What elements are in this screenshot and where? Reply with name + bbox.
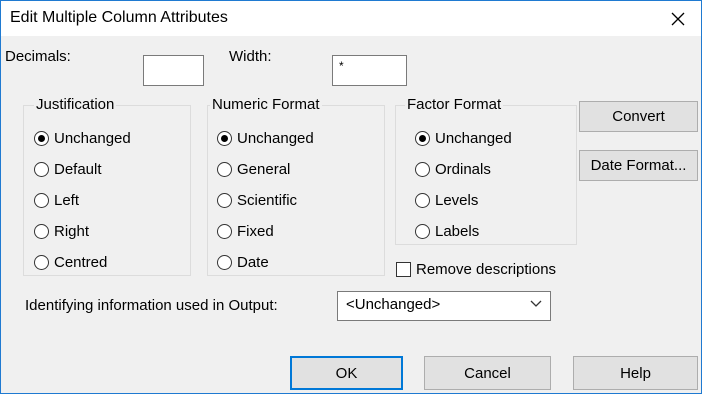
- numeric-radio-date[interactable]: Date: [217, 252, 269, 272]
- numeric-radio-fixed[interactable]: Fixed: [217, 221, 274, 241]
- close-icon: [671, 12, 685, 25]
- justification-radio-default[interactable]: Default: [34, 159, 102, 179]
- convert-button[interactable]: Convert: [579, 101, 698, 132]
- radio-icon: [34, 192, 49, 208]
- width-field[interactable]: *: [332, 55, 407, 86]
- decimals-label: Decimals:: [5, 48, 71, 65]
- radio-selected-icon: [415, 130, 430, 146]
- justification-group: Justification Unchanged Default Left Rig…: [23, 96, 191, 276]
- justification-radio-centred[interactable]: Centred: [34, 252, 107, 272]
- identifying-dropdown[interactable]: <Unchanged>: [337, 291, 551, 321]
- radio-selected-icon: [217, 130, 232, 146]
- width-label: Width:: [229, 48, 272, 65]
- checkbox-icon: [396, 262, 411, 277]
- radio-icon: [415, 223, 430, 239]
- identifying-value: <Unchanged>: [346, 296, 441, 313]
- numeric-format-legend: Numeric Format: [210, 96, 322, 113]
- radio-icon: [34, 161, 49, 177]
- title-bar: Edit Multiple Column Attributes: [1, 1, 701, 36]
- dialog-title: Edit Multiple Column Attributes: [10, 9, 228, 26]
- radio-icon: [34, 223, 49, 239]
- numeric-radio-general[interactable]: General: [217, 159, 290, 179]
- remove-descriptions-checkbox[interactable]: Remove descriptions: [396, 261, 556, 278]
- factor-radio-ordinals[interactable]: Ordinals: [415, 159, 491, 179]
- radio-selected-icon: [34, 130, 49, 146]
- remove-descriptions-label: Remove descriptions: [416, 261, 557, 278]
- factor-format-legend: Factor Format: [405, 96, 504, 113]
- radio-icon: [217, 192, 232, 208]
- decimals-field[interactable]: [143, 55, 204, 86]
- factor-radio-unchanged[interactable]: Unchanged: [415, 128, 512, 148]
- identifying-label: Identifying information used in Output:: [25, 297, 278, 314]
- ok-button[interactable]: OK: [290, 356, 403, 390]
- numeric-radio-scientific[interactable]: Scientific: [217, 190, 297, 210]
- chevron-down-icon: [530, 300, 542, 307]
- factor-format-group: Factor Format Unchanged Ordinals Levels …: [395, 96, 577, 245]
- help-button[interactable]: Help: [573, 356, 698, 390]
- factor-radio-labels[interactable]: Labels: [415, 221, 479, 241]
- numeric-format-group: Numeric Format Unchanged General Scienti…: [207, 96, 385, 276]
- date-format-button[interactable]: Date Format...: [579, 150, 698, 181]
- justification-radio-left[interactable]: Left: [34, 190, 79, 210]
- dialog-window: Edit Multiple Column Attributes Decimals…: [0, 0, 702, 394]
- radio-icon: [415, 161, 430, 177]
- justification-legend: Justification: [34, 96, 117, 113]
- close-button[interactable]: [655, 1, 701, 36]
- cancel-button[interactable]: Cancel: [424, 356, 551, 390]
- justification-radio-right[interactable]: Right: [34, 221, 89, 241]
- radio-icon: [415, 192, 430, 208]
- radio-icon: [217, 223, 232, 239]
- factor-radio-levels[interactable]: Levels: [415, 190, 478, 210]
- numeric-radio-unchanged[interactable]: Unchanged: [217, 128, 314, 148]
- radio-icon: [34, 254, 49, 270]
- width-value: *: [339, 59, 344, 73]
- radio-icon: [217, 161, 232, 177]
- justification-radio-unchanged[interactable]: Unchanged: [34, 128, 131, 148]
- radio-icon: [217, 254, 232, 270]
